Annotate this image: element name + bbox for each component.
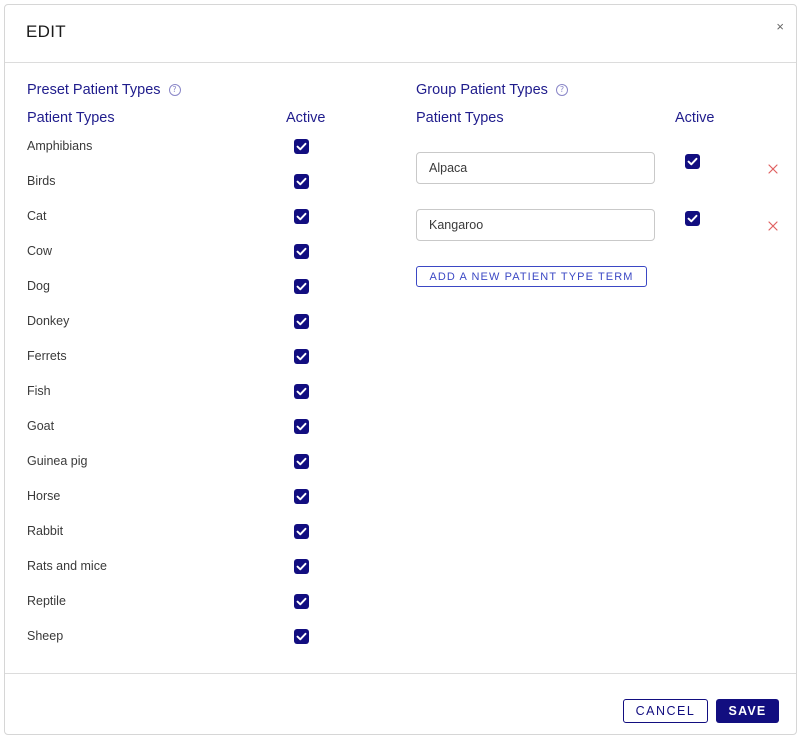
preset-type-label: Cat bbox=[27, 209, 47, 223]
checkmark-icon bbox=[296, 527, 307, 536]
checkmark-icon bbox=[296, 562, 307, 571]
active-checkbox[interactable] bbox=[294, 489, 309, 504]
preset-type-label: Reptile bbox=[27, 594, 66, 608]
preset-row: Rats and mice bbox=[27, 559, 317, 579]
preset-row: Goat bbox=[27, 419, 317, 439]
add-patient-type-button[interactable]: ADD A NEW PATIENT TYPE TERM bbox=[416, 266, 647, 287]
preset-row: Horse bbox=[27, 489, 317, 509]
active-checkbox[interactable] bbox=[294, 454, 309, 469]
checkmark-icon bbox=[296, 492, 307, 501]
preset-type-label: Rats and mice bbox=[27, 559, 107, 573]
preset-type-label: Donkey bbox=[27, 314, 70, 328]
checkmark-icon bbox=[687, 214, 698, 223]
preset-type-label: Guinea pig bbox=[27, 454, 88, 468]
active-checkbox[interactable] bbox=[294, 174, 309, 189]
active-checkbox[interactable] bbox=[294, 139, 309, 154]
checkmark-icon bbox=[296, 387, 307, 396]
preset-type-label: Cow bbox=[27, 244, 53, 258]
preset-row: Sheep bbox=[27, 629, 317, 649]
active-checkbox[interactable] bbox=[294, 524, 309, 539]
preset-type-label: Goat bbox=[27, 419, 55, 433]
active-checkbox[interactable] bbox=[294, 559, 309, 574]
remove-icon[interactable] bbox=[767, 219, 779, 231]
active-checkbox[interactable] bbox=[294, 244, 309, 259]
help-icon[interactable]: ? bbox=[555, 84, 568, 96]
preset-type-label: Sheep bbox=[27, 629, 64, 643]
checkmark-icon bbox=[687, 157, 698, 166]
preset-row: Rabbit bbox=[27, 524, 317, 544]
group-title-text: Group Patient Types bbox=[416, 82, 548, 98]
group-col-active: Active bbox=[675, 110, 715, 126]
preset-row: Cow bbox=[27, 244, 317, 264]
preset-row: Birds bbox=[27, 174, 317, 194]
preset-type-label: Dog bbox=[27, 279, 50, 293]
dialog-header: EDIT × bbox=[5, 5, 796, 63]
preset-type-label: Horse bbox=[27, 489, 61, 503]
preset-type-label: Birds bbox=[27, 174, 56, 188]
checkmark-icon bbox=[296, 282, 307, 291]
checkmark-icon bbox=[296, 317, 307, 326]
preset-row: Dog bbox=[27, 279, 317, 299]
preset-row: Amphibians bbox=[27, 139, 317, 159]
active-checkbox[interactable] bbox=[294, 594, 309, 609]
group-col-patient-types: Patient Types bbox=[416, 110, 504, 126]
checkmark-icon bbox=[296, 457, 307, 466]
group-section-title: Group Patient Types ? bbox=[416, 82, 568, 98]
preset-type-label: Amphibians bbox=[27, 139, 93, 153]
active-checkbox[interactable] bbox=[294, 629, 309, 644]
remove-icon[interactable] bbox=[767, 162, 779, 174]
checkmark-icon bbox=[296, 142, 307, 151]
help-icon[interactable]: ? bbox=[168, 84, 181, 96]
active-checkbox[interactable] bbox=[685, 154, 700, 169]
preset-col-active: Active bbox=[286, 110, 326, 126]
close-icon[interactable]: × bbox=[776, 19, 784, 34]
active-checkbox[interactable] bbox=[294, 349, 309, 364]
checkmark-icon bbox=[296, 352, 307, 361]
save-button[interactable]: SAVE bbox=[716, 699, 779, 723]
checkmark-icon bbox=[296, 422, 307, 431]
patient-type-input[interactable] bbox=[416, 152, 655, 184]
dialog-title: EDIT bbox=[26, 22, 66, 41]
checkmark-icon bbox=[296, 212, 307, 221]
active-checkbox[interactable] bbox=[294, 384, 309, 399]
checkmark-icon bbox=[296, 597, 307, 606]
edit-dialog: EDIT × Preset Patient Types ? Patient Ty… bbox=[4, 4, 797, 735]
preset-row: Fish bbox=[27, 384, 317, 404]
active-checkbox[interactable] bbox=[294, 419, 309, 434]
preset-row: Cat bbox=[27, 209, 317, 229]
preset-row: Guinea pig bbox=[27, 454, 317, 474]
dialog-footer: CANCEL SAVE bbox=[5, 673, 796, 735]
preset-row: Ferrets bbox=[27, 349, 317, 369]
checkmark-icon bbox=[296, 247, 307, 256]
preset-type-label: Fish bbox=[27, 384, 51, 398]
active-checkbox[interactable] bbox=[294, 209, 309, 224]
preset-row: Donkey bbox=[27, 314, 317, 334]
checkmark-icon bbox=[296, 177, 307, 186]
patient-type-input[interactable] bbox=[416, 209, 655, 241]
preset-row: Reptile bbox=[27, 594, 317, 614]
preset-type-label: Rabbit bbox=[27, 524, 64, 538]
preset-section-title: Preset Patient Types ? bbox=[27, 82, 181, 98]
active-checkbox[interactable] bbox=[294, 279, 309, 294]
active-checkbox[interactable] bbox=[685, 211, 700, 226]
checkmark-icon bbox=[296, 632, 307, 641]
active-checkbox[interactable] bbox=[294, 314, 309, 329]
preset-col-patient-types: Patient Types bbox=[27, 110, 115, 126]
preset-type-label: Ferrets bbox=[27, 349, 67, 363]
preset-title-text: Preset Patient Types bbox=[27, 82, 161, 98]
cancel-button[interactable]: CANCEL bbox=[623, 699, 708, 723]
